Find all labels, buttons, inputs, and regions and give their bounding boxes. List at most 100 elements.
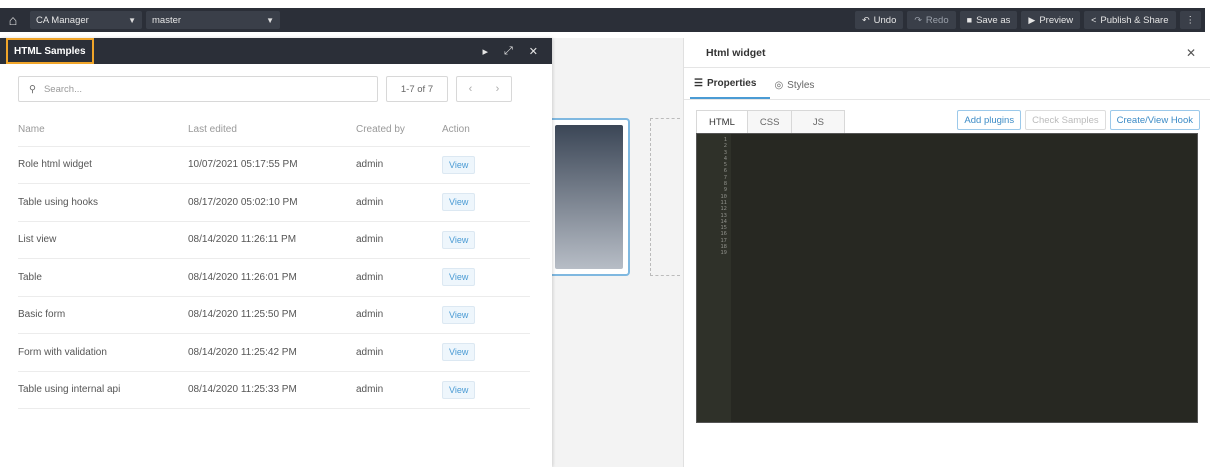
cell-created-by: admin	[356, 183, 442, 221]
check-samples-button[interactable]: Check Samples	[1025, 110, 1106, 130]
cell-name: Table using internal api	[18, 370, 188, 409]
cell-edited: 10/07/2021 05:17:55 PM	[188, 145, 356, 184]
cell-name: Table using hooks	[18, 183, 188, 221]
tab-styles[interactable]: ◎ Styles	[770, 80, 828, 99]
add-plugins-button[interactable]: Add plugins	[957, 110, 1022, 130]
search-input[interactable]: ⚲ Search...	[18, 76, 378, 102]
redo-label: Redo	[925, 14, 949, 26]
cell-action: View	[442, 145, 530, 184]
tab-html[interactable]: HTML	[697, 111, 748, 133]
top-bar: ⌂ CA Manager ▼ master ▼ ↶ Undo ↷ Redo ■ Sav…	[0, 0, 1210, 38]
toolbar-actions: ↶ Undo ↷ Redo ■ Save as ▶ Preview < Publish &…	[855, 11, 1201, 29]
cell-created-by: admin	[356, 370, 442, 409]
table-row[interactable]: Form with validation 08/14/2020 11:25:42…	[18, 333, 530, 371]
cell-name: List view	[18, 220, 188, 259]
chevron-left-icon[interactable]: ‹	[469, 83, 473, 95]
column-header: Created by	[356, 124, 405, 136]
cell-edited: 08/17/2020 05:02:10 PM	[188, 183, 356, 221]
branch-select-value: master	[152, 14, 182, 26]
view-button[interactable]: View	[442, 380, 476, 399]
cell-edited: 08/14/2020 11:25:33 PM	[188, 370, 356, 409]
play-icon[interactable]: ▸	[482, 45, 488, 58]
table-header-row: Name Last edited Created by Action	[18, 114, 530, 146]
view-button[interactable]: View	[442, 193, 476, 212]
tab-js[interactable]: JS	[792, 111, 845, 133]
branch-select[interactable]: master ▼	[146, 11, 280, 29]
editor-tools: HTML CSS JS Add plugins Check Samples Cr…	[684, 100, 1210, 133]
table-row[interactable]: Table using hooks 08/17/2020 05:02:10 PM…	[18, 183, 530, 221]
code-editor[interactable]: 1 2 3 4 5 6 7 8 9 10 11 12 13 14 15 16 1…	[696, 133, 1198, 423]
chevron-down-icon: ▼	[128, 15, 136, 25]
cell-name: Form with validation	[18, 333, 188, 371]
cell-name: Table	[18, 258, 188, 296]
view-button[interactable]: View	[442, 230, 476, 249]
expand-icon[interactable]: ⤢	[504, 45, 513, 58]
pager-count: 1-7 of 7	[386, 76, 448, 102]
create-view-hook-button[interactable]: Create/View Hook	[1109, 110, 1200, 130]
app-select-value: CA Manager	[36, 14, 89, 26]
search-icon: ⚲	[29, 83, 36, 95]
view-button[interactable]: View	[442, 268, 476, 287]
save-as-button[interactable]: ■ Save as	[959, 11, 1018, 29]
view-button[interactable]: View	[442, 343, 476, 362]
cell-name: Basic form	[18, 295, 188, 334]
save-icon: ■	[966, 15, 973, 25]
close-icon[interactable]: ✕	[529, 45, 538, 58]
main-toolbar: ⌂ CA Manager ▼ master ▼ ↶ Undo ↷ Redo ■ Sav…	[0, 8, 1205, 32]
cell-action: View	[442, 333, 530, 371]
editor-buttons: Add plugins Check Samples Create/View Ho…	[957, 110, 1200, 130]
cell-edited: 08/14/2020 11:26:01 PM	[188, 258, 356, 296]
cell-edited: 08/14/2020 11:25:42 PM	[188, 333, 356, 371]
publish-label: Publish & Share	[1100, 14, 1169, 26]
tab-properties[interactable]: ☰ Properties	[690, 78, 771, 99]
canvas-widget-preview[interactable]	[548, 118, 630, 276]
cell-edited: 08/14/2020 11:25:50 PM	[188, 295, 356, 334]
chevron-right-icon[interactable]: ›	[496, 83, 500, 95]
samples-header: HTML Samples ▸ ⤢ ✕	[0, 38, 552, 64]
undo-button[interactable]: ↶ Undo	[855, 11, 904, 29]
widget-title: Html widget	[706, 46, 766, 59]
samples-actions: ▸ ⤢ ✕	[482, 45, 538, 58]
table-row[interactable]: Basic form 08/14/2020 11:25:50 PM admin …	[18, 295, 530, 334]
cell-created-by: admin	[356, 220, 442, 259]
cell-action: View	[442, 370, 530, 409]
tab-css[interactable]: CSS	[747, 111, 793, 133]
share-icon: <	[1091, 15, 1097, 25]
cell-created-by: admin	[356, 145, 442, 184]
line-numbers: 1 2 3 4 5 6 7 8 9 10 11 12 13 14 15 16 1…	[697, 134, 731, 422]
tab-styles-label: Styles	[787, 80, 815, 91]
close-icon[interactable]: ✕	[1186, 46, 1196, 60]
widget-header: Html widget ✕	[684, 38, 1210, 68]
view-button[interactable]: View	[442, 305, 476, 324]
save-as-label: Save as	[976, 14, 1011, 26]
html-samples-panel: HTML Samples ▸ ⤢ ✕ ⚲ Search... 1-7 of 7 …	[0, 38, 552, 467]
column-header: Action	[442, 124, 470, 136]
view-button[interactable]: View	[442, 155, 476, 174]
widget-tabs: ☰ Properties ◎ Styles	[684, 68, 1210, 100]
app-select[interactable]: CA Manager ▼	[30, 11, 142, 29]
cell-created-by: admin	[356, 295, 442, 334]
search-placeholder: Search...	[43, 83, 82, 95]
table-row[interactable]: Table 08/14/2020 11:26:01 PM admin View	[18, 258, 530, 296]
tab-properties-label: Properties	[706, 78, 757, 89]
cell-name: Role html widget	[18, 145, 188, 184]
preview-button[interactable]: ▶ Preview	[1021, 11, 1081, 29]
table-row[interactable]: Table using internal api 08/14/2020 11:2…	[18, 370, 530, 409]
undo-icon: ↶	[862, 14, 870, 25]
publish-share-button[interactable]: < Publish & Share	[1084, 11, 1176, 29]
html-widget-panel: Html widget ✕ ☰ Properties ◎ Styles HTML…	[683, 38, 1210, 467]
palette-icon: ◎	[774, 80, 784, 91]
table-row[interactable]: Role html widget 10/07/2021 05:17:55 PM …	[18, 145, 530, 184]
table-row[interactable]: List view 08/14/2020 11:26:11 PM admin V…	[18, 220, 530, 259]
redo-icon: ↷	[914, 14, 922, 25]
cell-created-by: admin	[356, 333, 442, 371]
samples-table: Name Last edited Created by Action Role …	[18, 114, 530, 409]
cell-action: View	[442, 220, 530, 259]
redo-button[interactable]: ↷ Redo	[907, 11, 956, 29]
code-tabs: HTML CSS JS	[696, 110, 846, 133]
cell-created-by: admin	[356, 258, 442, 296]
more-menu-icon[interactable]: ⋮	[1179, 11, 1201, 29]
column-header: Name	[18, 124, 45, 136]
cell-action: View	[442, 295, 530, 334]
home-icon[interactable]: ⌂	[0, 8, 26, 32]
